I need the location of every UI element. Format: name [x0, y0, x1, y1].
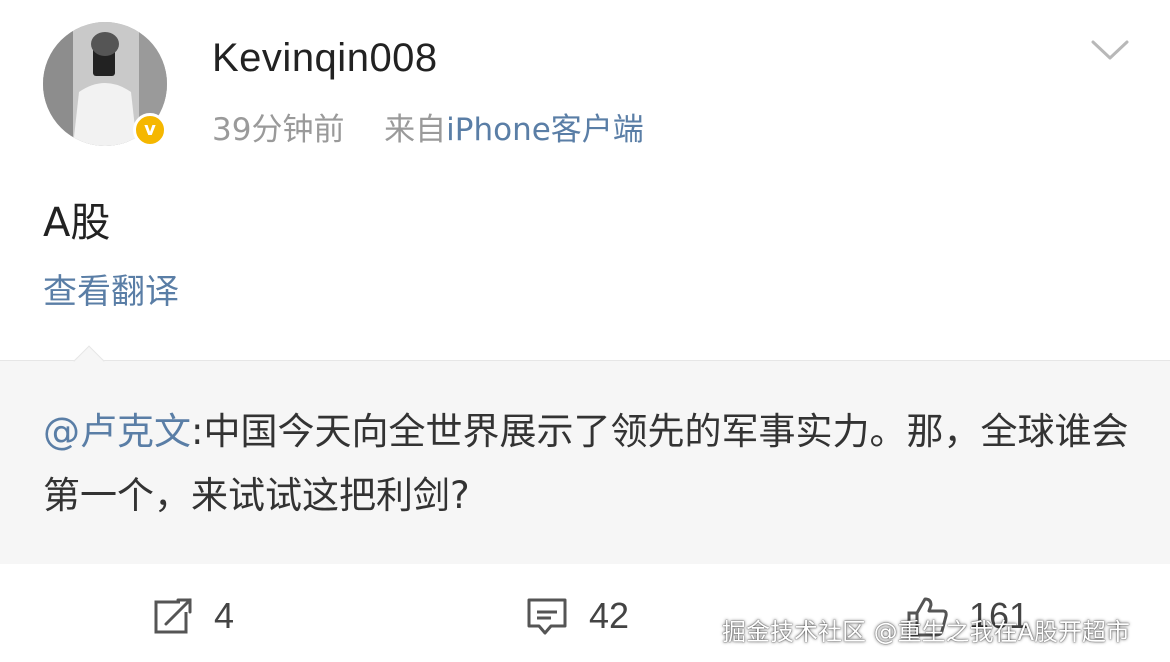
chevron-down-icon[interactable]	[1090, 36, 1130, 64]
post-source[interactable]: iPhone客户端	[446, 112, 644, 148]
translate-link[interactable]: 查看翻译	[43, 264, 179, 313]
username[interactable]: Kevinqin008	[212, 36, 438, 81]
comment-count: 42	[589, 595, 630, 636]
verified-badge-icon: v	[133, 113, 167, 147]
share-arrow-icon	[150, 596, 194, 636]
quoted-text: :中国今天向全世界展示了领先的军事实力。那，全球谁会第一个，来试试这把利剑?	[43, 410, 1129, 517]
repost-count: 4	[214, 595, 235, 636]
watermark: 掘金技术社区 @重生之我在A股开超市	[722, 618, 1131, 646]
quoted-post-text: @卢克文:中国今天向全世界展示了领先的军事实力。那，全球谁会第一个，来试试这把利…	[43, 400, 1143, 528]
post-time: 39分钟前	[212, 112, 345, 148]
mention-link[interactable]: @卢克文	[43, 410, 191, 453]
repost-button[interactable]: 4	[150, 590, 234, 642]
post-meta: 39分钟前 来自iPhone客户端	[212, 104, 644, 149]
post-text: A股	[43, 200, 111, 246]
comment-button[interactable]: 42	[525, 590, 629, 642]
source-prefix: 来自	[384, 112, 447, 148]
comment-bubble-icon	[525, 596, 569, 636]
